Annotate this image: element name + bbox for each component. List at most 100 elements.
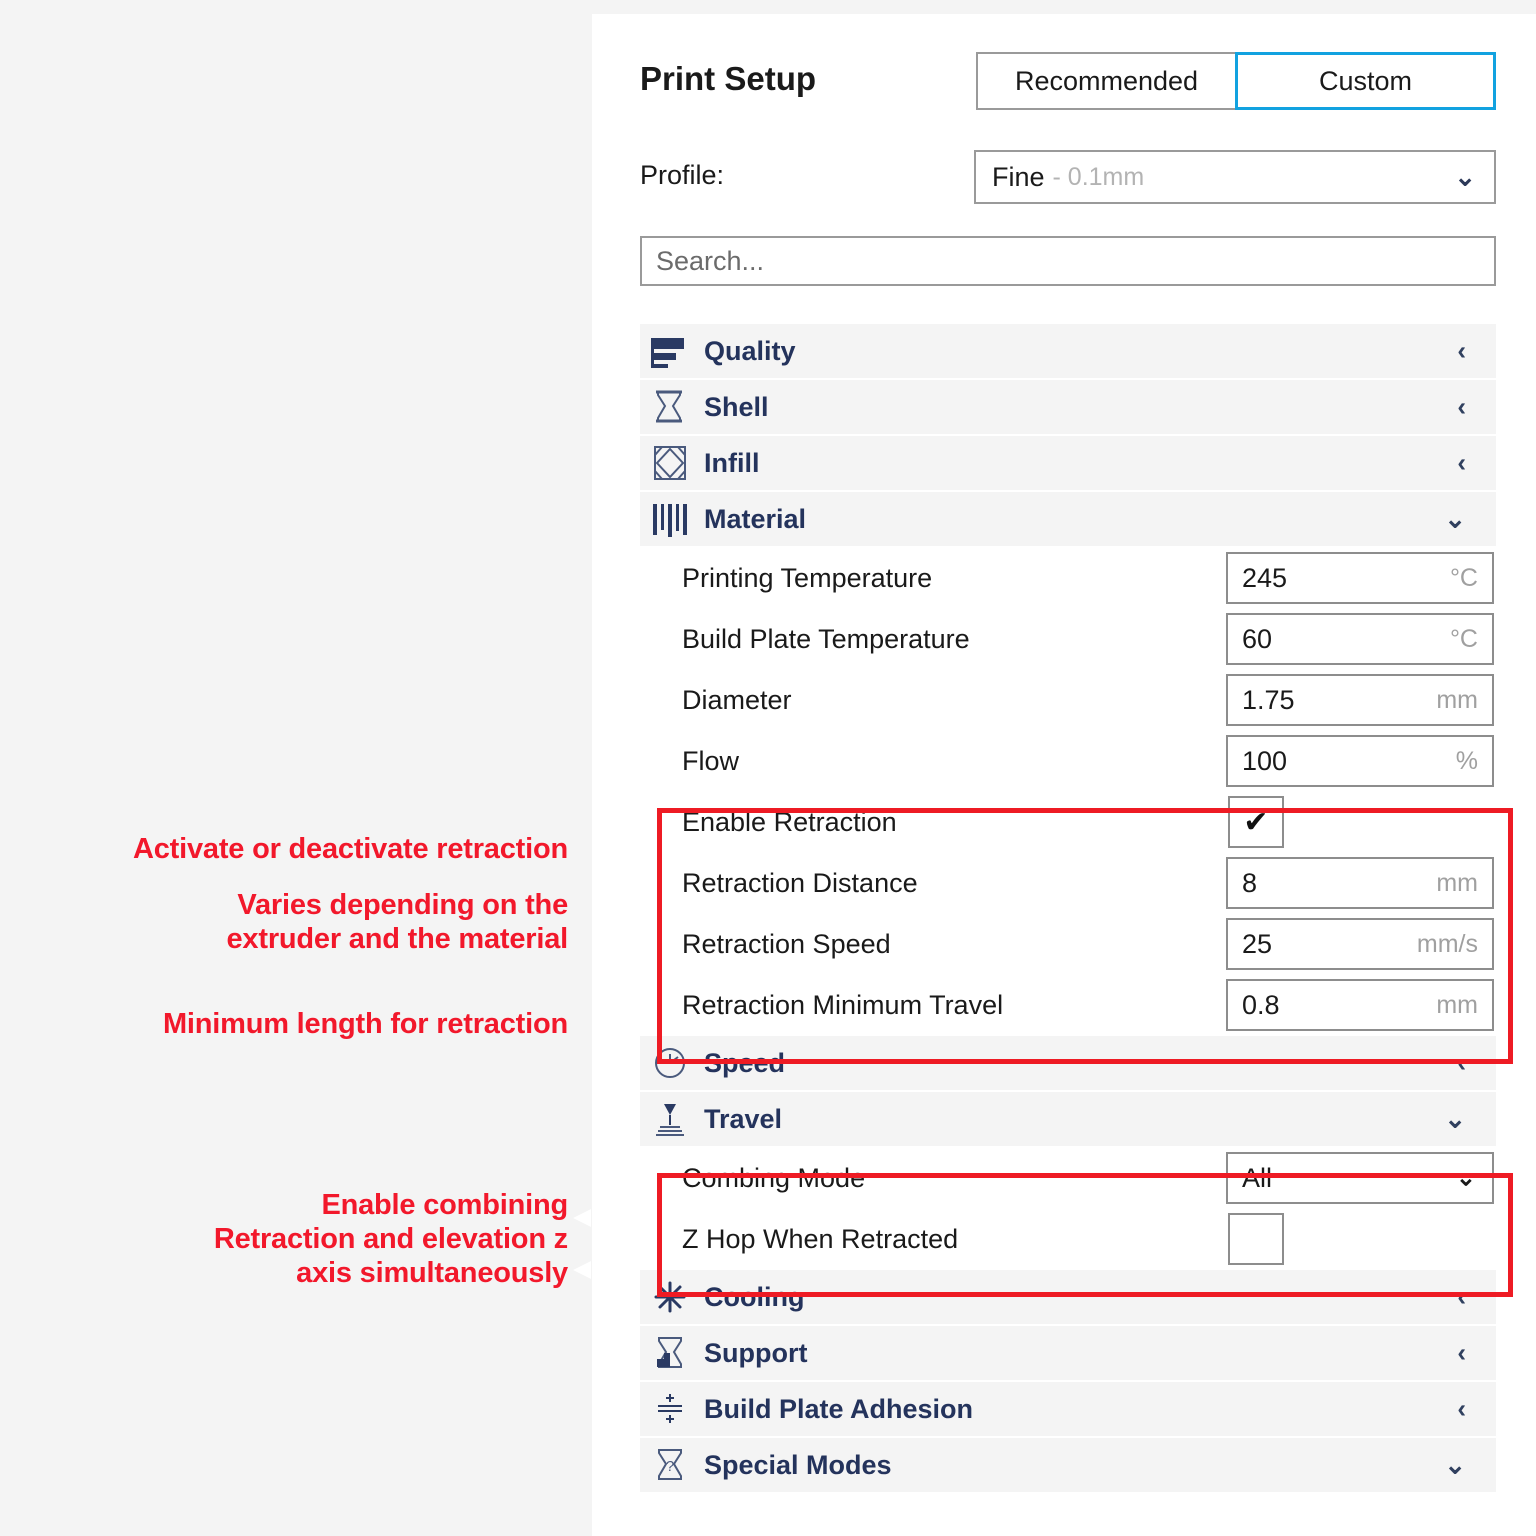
section-header-shell[interactable]: Shell ‹ [640, 380, 1496, 436]
retraction-minimum-travel-input[interactable]: 0.8 mm [1226, 979, 1494, 1031]
setting-label: Build Plate Temperature [682, 624, 970, 654]
section-header-cooling[interactable]: Cooling ‹ [640, 1270, 1496, 1326]
retraction-distance-input[interactable]: 8 mm [1226, 857, 1494, 909]
section-label: Travel [704, 1103, 783, 1134]
setting-row-printing-temperature: Printing Temperature 245 °C [640, 548, 1496, 609]
profile-value: Fine [992, 161, 1045, 192]
chevron-left-icon: ‹ [1457, 391, 1466, 422]
chevron-down-icon: ⌄ [1444, 1103, 1466, 1134]
section-header-infill[interactable]: Infill ‹ [640, 436, 1496, 492]
mode-toggle-group: Recommended Custom [976, 52, 1496, 110]
chevron-left-icon: ‹ [1457, 1337, 1466, 1368]
value: 60 [1242, 623, 1273, 654]
section-header-speed[interactable]: Speed ‹ [640, 1036, 1496, 1092]
unit: mm [1436, 868, 1478, 897]
printing-temperature-input[interactable]: 245 °C [1226, 552, 1494, 604]
chevron-left-icon: ‹ [1457, 335, 1466, 366]
material-icon [650, 499, 694, 539]
chevron-down-icon: ⌄ [1444, 1449, 1466, 1480]
section-header-special-modes[interactable]: ? Special Modes ⌄ [640, 1438, 1496, 1494]
unit: mm [1436, 990, 1478, 1019]
speed-icon [650, 1043, 694, 1083]
annotation-minimum-travel: Minimum length for retraction [162, 1008, 568, 1040]
support-icon [650, 1333, 694, 1373]
search-placeholder: Search... [656, 245, 765, 276]
section-label: Support [704, 1337, 808, 1368]
section-label: Special Modes [704, 1449, 892, 1480]
annotation-retraction-values: Varies depending on the extruder and the… [226, 889, 569, 956]
chevron-left-icon: ‹ [1457, 447, 1466, 478]
setting-label: Retraction Minimum Travel [682, 990, 1004, 1020]
chevron-left-icon: ‹ [1457, 1047, 1466, 1078]
shell-icon [650, 387, 694, 427]
cooling-icon [650, 1277, 694, 1317]
svg-text:?: ? [666, 1458, 674, 1475]
section-header-material[interactable]: Material ⌄ [640, 492, 1496, 548]
travel-icon [650, 1099, 694, 1139]
enable-retraction-checkbox[interactable]: ✔ [1228, 796, 1284, 848]
setting-label: Z Hop When Retracted [682, 1224, 959, 1254]
setting-label: Enable Retraction [682, 807, 897, 837]
quality-icon [650, 331, 694, 371]
section-label: Material [704, 503, 807, 534]
flow-input[interactable]: 100 % [1226, 735, 1494, 787]
setting-row-combing-mode: Combing Mode All ⌄ [640, 1148, 1496, 1209]
setting-row-flow: Flow 100 % [640, 731, 1496, 792]
retraction-speed-input[interactable]: 25 mm/s [1226, 918, 1494, 970]
unit: °C [1449, 624, 1478, 653]
value: 0.8 [1242, 989, 1280, 1020]
tab-custom[interactable]: Custom [1235, 52, 1496, 110]
section-label: Build Plate Adhesion [704, 1393, 974, 1424]
diameter-input[interactable]: 1.75 mm [1226, 674, 1494, 726]
section-label: Quality [704, 335, 796, 366]
value: 8 [1242, 867, 1258, 898]
travel-icon-svg [656, 1104, 684, 1136]
special-modes-icon-svg: ? [658, 1449, 682, 1480]
unit: mm [1436, 685, 1478, 714]
support-icon-svg [657, 1337, 682, 1368]
value: 245 [1242, 562, 1288, 593]
profile-detail: - 0.1mm [1052, 162, 1145, 191]
setting-label: Retraction Speed [682, 929, 891, 959]
tab-recommended[interactable]: Recommended [976, 52, 1237, 110]
setting-row-z-hop-when-retracted: Z Hop When Retracted [640, 1209, 1496, 1270]
setting-row-enable-retraction: Enable Retraction ✔ [640, 792, 1496, 853]
search-input[interactable]: Search... [640, 236, 1496, 286]
shell-icon-svg [656, 390, 682, 423]
value: 100 [1242, 745, 1288, 776]
section-header-build-plate-adhesion[interactable]: Build Plate Adhesion ‹ [640, 1382, 1496, 1438]
section-header-support[interactable]: Support ‹ [640, 1326, 1496, 1382]
infill-icon [650, 443, 694, 483]
page-title: Print Setup [640, 60, 817, 97]
chevron-left-icon: ‹ [1457, 1393, 1466, 1424]
build-plate-adhesion-icon [650, 1389, 694, 1429]
unit: % [1455, 746, 1478, 775]
setting-label: Combing Mode [682, 1163, 866, 1193]
annotation-area: Activate or deactivate retraction Varies… [0, 0, 592, 1536]
cooling-icon-svg [654, 1281, 686, 1313]
print-setup-header: Print Setup Recommended Custom [640, 52, 1496, 112]
annotation-combing-zhop: Enable combining Retraction and elevatio… [213, 1189, 568, 1290]
print-setup-panel: Print Setup Recommended Custom Profile: … [592, 14, 1536, 1536]
z-hop-when-retracted-checkbox[interactable] [1228, 1213, 1284, 1265]
check-icon: ✔ [1243, 805, 1269, 839]
setting-label: Printing Temperature [682, 563, 933, 593]
unit: mm/s [1416, 929, 1478, 958]
setting-label: Flow [682, 746, 740, 776]
value: 25 [1242, 928, 1273, 959]
setting-row-retraction-distance: Retraction Distance 8 mm [640, 853, 1496, 914]
chevron-down-icon: ⌄ [1455, 1164, 1476, 1192]
profile-label: Profile: [640, 160, 725, 190]
build-plate-temperature-input[interactable]: 60 °C [1226, 613, 1494, 665]
section-label: Speed [704, 1047, 786, 1078]
setting-label: Diameter [682, 685, 792, 715]
section-label: Infill [704, 447, 760, 478]
section-header-quality[interactable]: Quality ‹ [640, 324, 1496, 380]
value: 1.75 [1242, 684, 1295, 715]
combing-mode-dropdown[interactable]: All ⌄ [1226, 1152, 1494, 1204]
annotation-enable-retraction: Activate or deactivate retraction [132, 833, 568, 865]
infill-icon-svg [654, 446, 686, 480]
profile-dropdown[interactable]: Fine - 0.1mm ⌄ [974, 150, 1496, 204]
section-header-travel[interactable]: Travel ⌄ [640, 1092, 1496, 1148]
profile-row: Profile: Fine - 0.1mm ⌄ [640, 150, 1496, 204]
